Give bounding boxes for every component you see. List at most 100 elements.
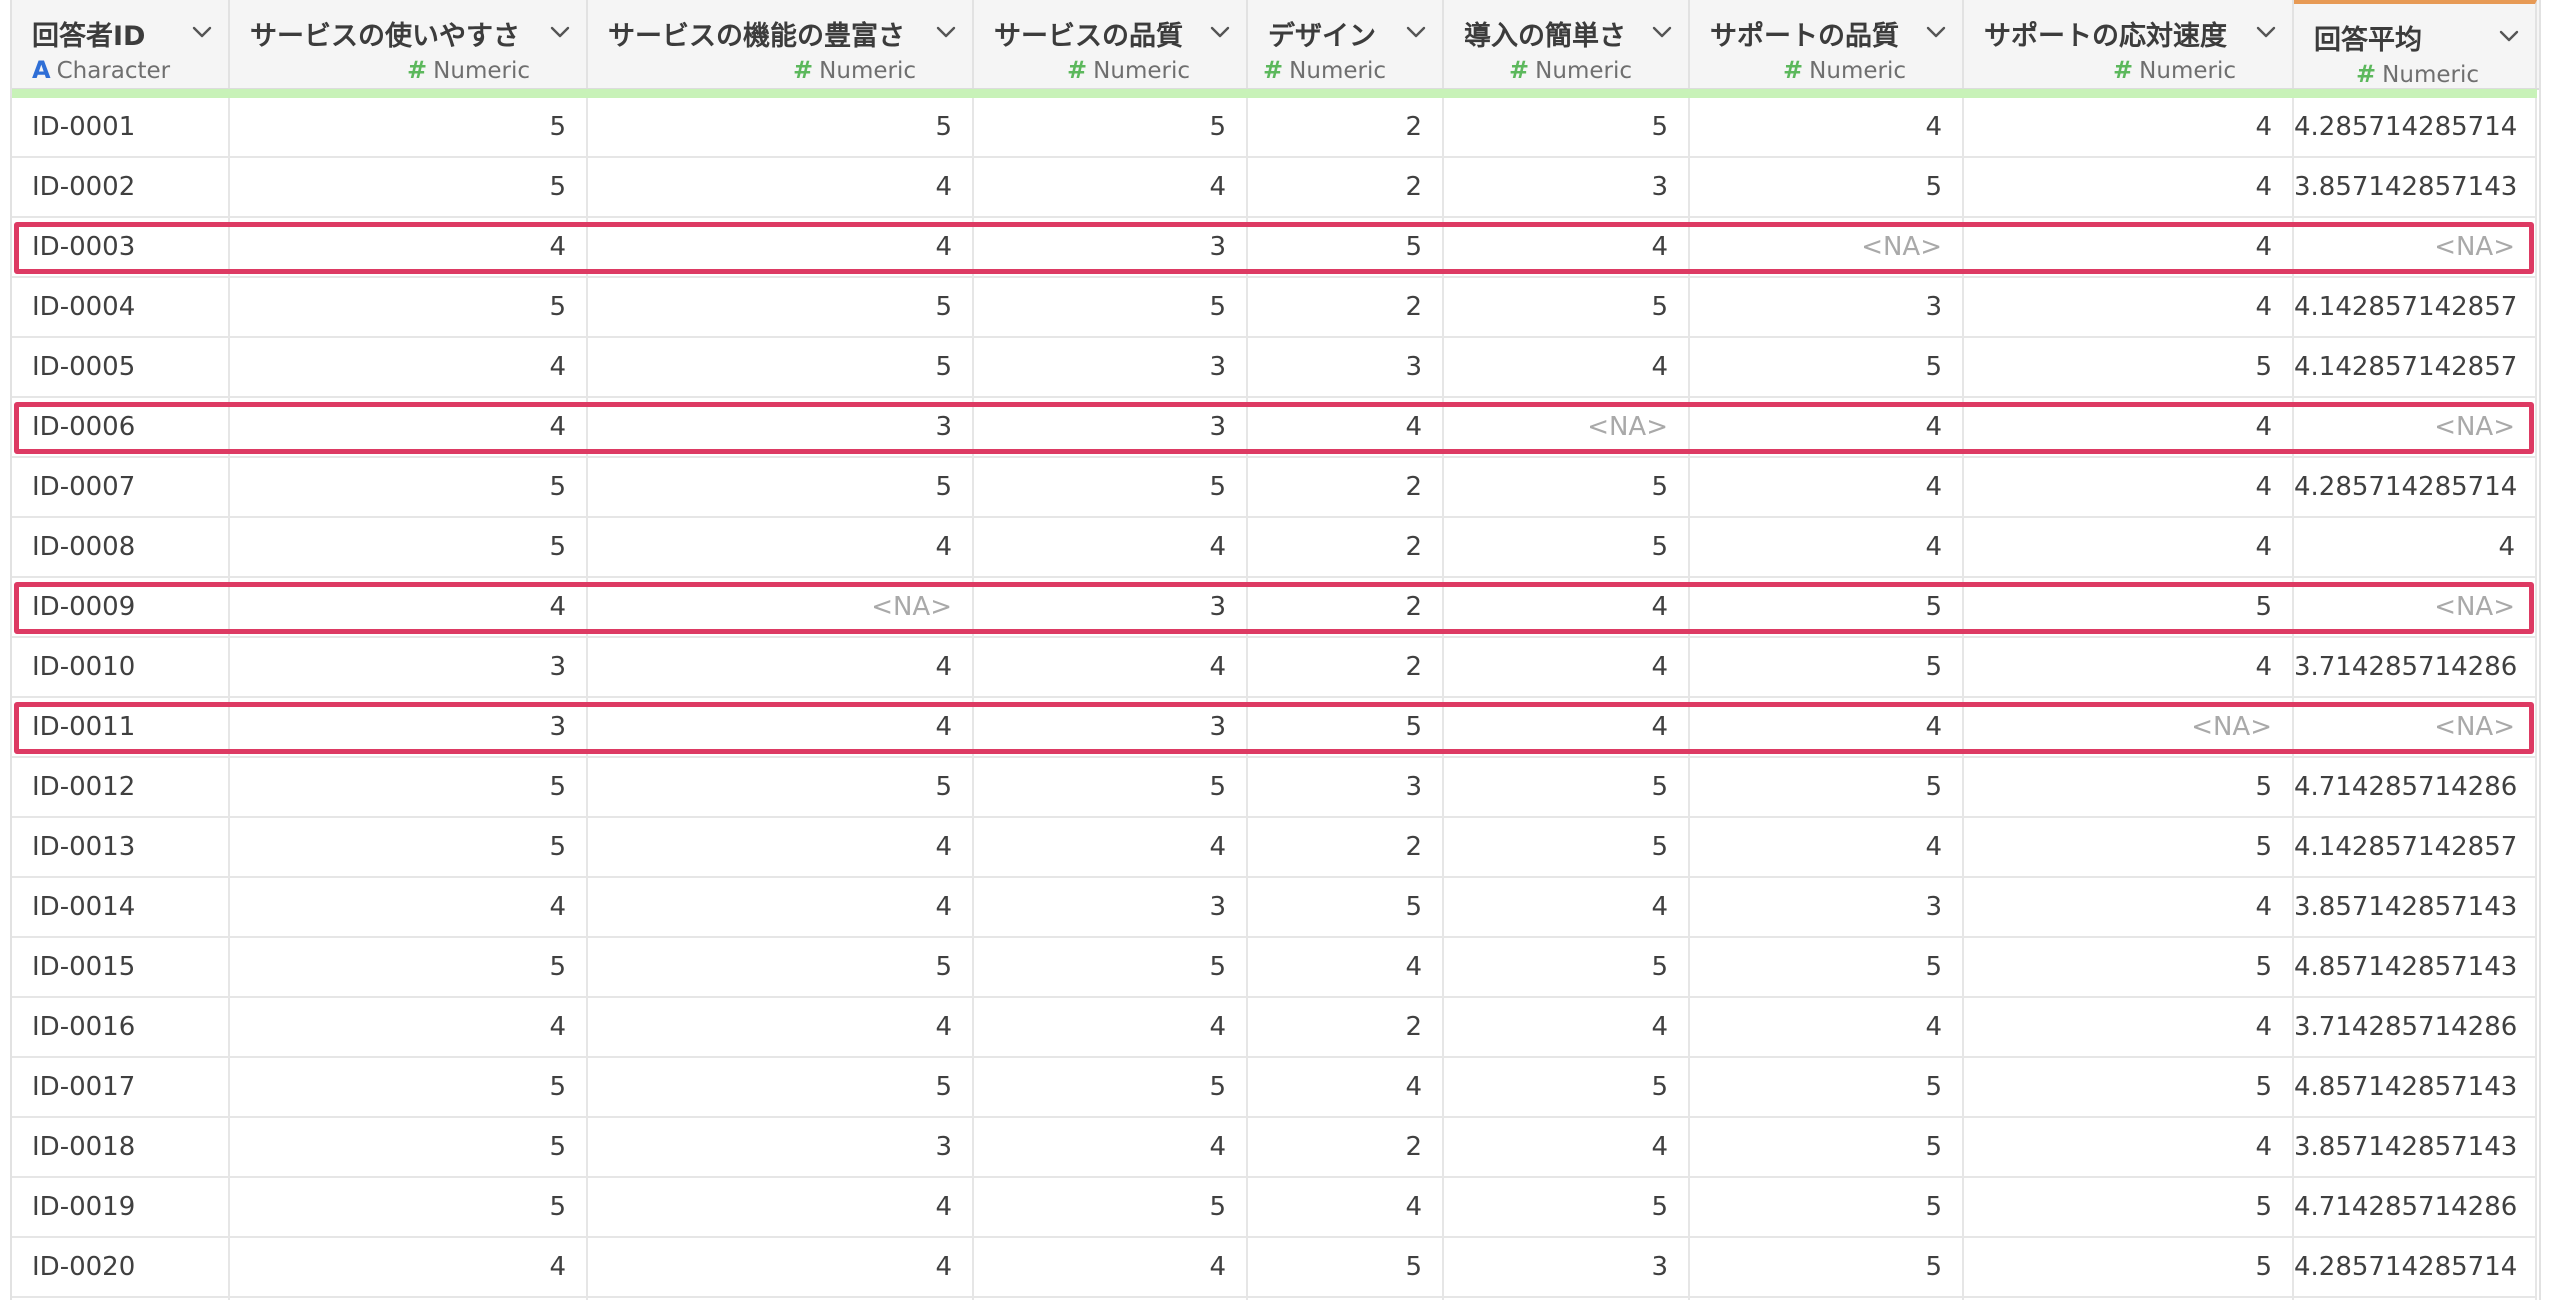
value-cell[interactable]: 5 — [230, 518, 588, 576]
column-header-3[interactable]: サービスの品質 # Numeric — [974, 0, 1248, 88]
column-header-2[interactable]: サービスの機能の豊富さ # Numeric — [588, 0, 974, 88]
value-cell[interactable]: 4 — [588, 818, 974, 876]
value-cell[interactable]: 4.857142857143 — [2294, 938, 2537, 996]
value-cell[interactable]: 5 — [588, 278, 974, 336]
value-cell[interactable]: 5 — [1690, 638, 1964, 696]
table-row[interactable]: ID-0016 4 4 4 2 4 4 4 3.714285714286 — [12, 998, 2537, 1058]
table-row[interactable]: ID-0011 3 4 3 5 4 4 <NA> <NA> — [12, 698, 2537, 758]
respondent-id-cell[interactable]: ID-0010 — [12, 638, 230, 696]
value-cell[interactable]: 4 — [1964, 1118, 2294, 1176]
value-cell[interactable]: 5 — [230, 1058, 588, 1116]
value-cell[interactable]: 5 — [1444, 1058, 1690, 1116]
value-cell[interactable]: 4 — [974, 818, 1248, 876]
value-cell[interactable]: 4.142857142857 — [2294, 278, 2537, 336]
value-cell[interactable]: 5 — [974, 98, 1248, 156]
value-cell[interactable]: 4 — [1248, 1058, 1444, 1116]
value-cell[interactable]: 5 — [1964, 338, 2294, 396]
value-cell[interactable]: 5 — [974, 458, 1248, 516]
table-row[interactable]: ID-0007 5 5 5 2 5 4 4 4.285714285714 — [12, 458, 2537, 518]
value-cell[interactable]: 5 — [588, 338, 974, 396]
value-cell[interactable]: 4 — [1964, 638, 2294, 696]
value-cell[interactable]: 5 — [1964, 938, 2294, 996]
value-cell[interactable]: 3 — [974, 218, 1248, 276]
table-row[interactable]: ID-0015 5 5 5 4 5 5 5 4.857142857143 — [12, 938, 2537, 998]
value-cell[interactable]: 2 — [1248, 458, 1444, 516]
value-cell[interactable]: 4 — [1964, 998, 2294, 1056]
value-cell[interactable]: 5 — [230, 1178, 588, 1236]
value-cell[interactable]: 4 — [588, 518, 974, 576]
value-cell[interactable]: 3 — [1248, 758, 1444, 816]
value-cell[interactable]: 3 — [230, 638, 588, 696]
value-cell[interactable]: 4 — [1964, 398, 2294, 456]
respondent-id-cell[interactable]: ID-0014 — [12, 878, 230, 936]
chevron-down-icon[interactable] — [2254, 20, 2278, 44]
value-cell[interactable]: 2 — [1248, 518, 1444, 576]
value-cell[interactable]: 4 — [588, 1178, 974, 1236]
value-cell[interactable]: 3.857142857143 — [2294, 158, 2537, 216]
value-cell[interactable]: 4 — [588, 998, 974, 1056]
value-cell[interactable]: 5 — [230, 938, 588, 996]
respondent-id-cell[interactable]: ID-0005 — [12, 338, 230, 396]
value-cell[interactable]: 3 — [974, 398, 1248, 456]
value-cell[interactable]: 5 — [1444, 98, 1690, 156]
value-cell[interactable]: 5 — [1690, 1178, 1964, 1236]
table-row[interactable]: ID-0006 4 3 3 4 <NA> 4 4 <NA> — [12, 398, 2537, 458]
value-cell[interactable]: 4 — [974, 1118, 1248, 1176]
value-cell[interactable]: <NA> — [1690, 218, 1964, 276]
value-cell[interactable]: <NA> — [2294, 398, 2537, 456]
value-cell[interactable]: 4 — [230, 1238, 588, 1296]
value-cell[interactable]: 5 — [1964, 1178, 2294, 1236]
column-header-1[interactable]: サービスの使いやすさ # Numeric — [230, 0, 588, 88]
respondent-id-cell[interactable]: ID-0013 — [12, 818, 230, 876]
value-cell[interactable]: 4 — [1690, 98, 1964, 156]
respondent-id-cell[interactable]: ID-0006 — [12, 398, 230, 456]
chevron-down-icon[interactable] — [1650, 20, 1674, 44]
value-cell[interactable]: 3.714285714286 — [2294, 638, 2537, 696]
value-cell[interactable]: 4 — [1690, 998, 1964, 1056]
value-cell[interactable]: 2 — [1248, 1118, 1444, 1176]
value-cell[interactable]: 4 — [1690, 458, 1964, 516]
respondent-id-cell[interactable]: ID-0007 — [12, 458, 230, 516]
value-cell[interactable]: 5 — [588, 758, 974, 816]
respondent-id-cell[interactable]: ID-0019 — [12, 1178, 230, 1236]
chevron-down-icon[interactable] — [190, 20, 214, 44]
value-cell[interactable]: 4.714285714286 — [2294, 1178, 2537, 1236]
chevron-down-icon[interactable] — [2497, 24, 2521, 48]
value-cell[interactable]: 5 — [1690, 578, 1964, 636]
value-cell[interactable]: 4 — [230, 998, 588, 1056]
value-cell[interactable]: 4 — [230, 338, 588, 396]
value-cell[interactable]: 2 — [1248, 638, 1444, 696]
table-row[interactable]: ID-0020 4 4 4 5 3 5 5 4.285714285714 — [12, 1238, 2537, 1298]
respondent-id-cell[interactable]: ID-0017 — [12, 1058, 230, 1116]
respondent-id-cell[interactable]: ID-0011 — [12, 698, 230, 756]
value-cell[interactable]: 3.714285714286 — [2294, 998, 2537, 1056]
table-row[interactable]: ID-0012 5 5 5 3 5 5 5 4.714285714286 — [12, 758, 2537, 818]
value-cell[interactable]: 5 — [230, 98, 588, 156]
value-cell[interactable]: 4 — [1248, 1178, 1444, 1236]
value-cell[interactable]: 2 — [1248, 158, 1444, 216]
chevron-down-icon[interactable] — [1208, 20, 1232, 44]
value-cell[interactable]: 3 — [974, 698, 1248, 756]
chevron-down-icon[interactable] — [548, 20, 572, 44]
value-cell[interactable]: 3.857142857143 — [2294, 1118, 2537, 1176]
value-cell[interactable]: <NA> — [2294, 698, 2537, 756]
column-header-7[interactable]: サポートの応対速度 # Numeric — [1964, 0, 2294, 88]
value-cell[interactable]: 4 — [588, 878, 974, 936]
column-header-0[interactable]: 回答者ID A Character — [12, 0, 230, 88]
table-row[interactable]: ID-0002 5 4 4 2 3 5 4 3.857142857143 — [12, 158, 2537, 218]
respondent-id-cell[interactable]: ID-0020 — [12, 1238, 230, 1296]
value-cell[interactable]: <NA> — [1444, 398, 1690, 456]
value-cell[interactable]: 4 — [974, 158, 1248, 216]
table-row[interactable]: ID-0008 5 4 4 2 5 4 4 4 — [12, 518, 2537, 578]
value-cell[interactable]: 2 — [1248, 578, 1444, 636]
respondent-id-cell[interactable]: ID-0012 — [12, 758, 230, 816]
value-cell[interactable]: 4 — [230, 218, 588, 276]
value-cell[interactable]: 2 — [1248, 278, 1444, 336]
respondent-id-cell[interactable]: ID-0016 — [12, 998, 230, 1056]
value-cell[interactable]: 5 — [1964, 758, 2294, 816]
value-cell[interactable]: 4 — [230, 878, 588, 936]
value-cell[interactable]: 2 — [1248, 98, 1444, 156]
value-cell[interactable]: 4.285714285714 — [2294, 1238, 2537, 1296]
value-cell[interactable]: 4 — [1964, 458, 2294, 516]
table-row[interactable]: ID-0018 5 3 4 2 4 5 4 3.857142857143 — [12, 1118, 2537, 1178]
